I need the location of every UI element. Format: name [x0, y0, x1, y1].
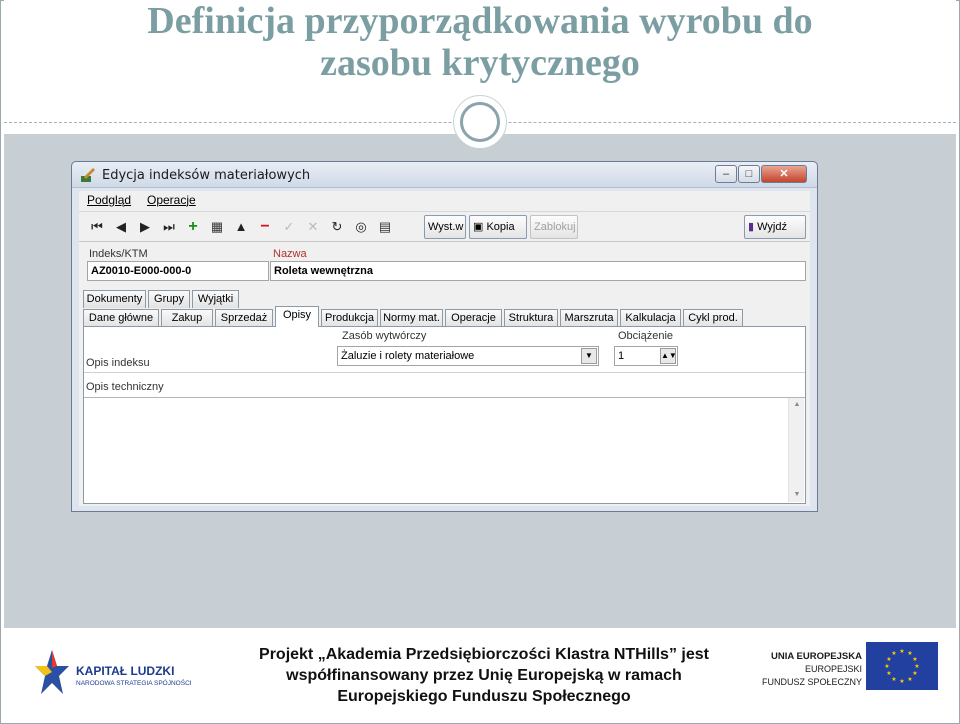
tab-dane-glowne[interactable]: Dane główne	[83, 309, 159, 327]
project-line2: współfinansowany przez Unię Europejską w…	[286, 667, 682, 684]
delete-icon[interactable]: −	[257, 219, 273, 235]
svg-text:★: ★	[891, 676, 896, 683]
index-field[interactable]: AZ0010-E000-000-0	[87, 261, 269, 281]
eu-flag-icon: ★ ★★ ★★★ ★★★ ★★★	[866, 642, 938, 690]
decorative-circle-icon	[453, 95, 507, 149]
zasob-select[interactable]: Żaluzie i rolety materiałowe ▼	[337, 346, 599, 366]
zablokuj-button-label: Zablokuj	[534, 221, 576, 233]
window-titlebar[interactable]: Edycja indeksów materiałowych – □ ✕	[72, 162, 817, 188]
tab-sprzedaz[interactable]: Sprzedaż	[215, 309, 273, 327]
eu-line2: EUROPEJSKI	[804, 664, 862, 674]
kl-star-icon	[35, 650, 69, 694]
first-record-icon[interactable]: ⏮	[89, 219, 105, 235]
project-text: Projekt „Akademia Przedsiębiorczości Kla…	[234, 644, 734, 707]
svg-text:★: ★	[891, 650, 896, 657]
last-record-icon[interactable]: ⏭	[161, 219, 177, 235]
prev-record-icon[interactable]: ◀	[113, 219, 129, 235]
eu-line1: UNIA EUROPEJSKA	[771, 651, 862, 662]
footer: KAPITAŁ LUDZKI NARODOWA STRATEGIA SPÓJNO…	[4, 630, 956, 722]
svg-text:★: ★	[914, 663, 919, 670]
zablokuj-button[interactable]: Zablokuj	[530, 215, 578, 239]
app-icon	[81, 168, 95, 182]
toolbar: ⏮ ◀ ▶ ⏭ + ▦ ▲ − ✓ ✕ ↻ ◎ ▤ Wyst.w ▣ Kopia…	[79, 211, 810, 241]
kl-title: KAPITAŁ LUDZKI	[76, 664, 175, 678]
scroll-up-icon[interactable]: ▲	[789, 398, 805, 412]
tab-wyjatki[interactable]: Wyjątki	[192, 290, 239, 308]
slide-title-line1: Definicja przyporządkowania wyrobu do	[147, 0, 813, 42]
svg-text:★: ★	[899, 648, 904, 655]
wyjdz-button-label: Wyjdź	[757, 221, 787, 233]
tab-marszruta[interactable]: Marszruta	[560, 309, 618, 327]
confirm-icon[interactable]: ✓	[281, 219, 297, 235]
zasob-select-value: Żaluzie i rolety materiałowe	[341, 350, 475, 362]
eu-line3: FUNDUSZ SPOŁECZNY	[761, 677, 862, 687]
tab-operacje[interactable]: Operacje	[445, 309, 502, 327]
kopia-icon: ▣	[473, 221, 487, 233]
window-title: Edycja indeksów materiałowych	[102, 168, 311, 183]
name-label: Nazwa	[273, 248, 307, 260]
menu-podglad[interactable]: Podgląd	[87, 193, 131, 207]
chevron-down-icon[interactable]: ▼	[581, 348, 597, 364]
minimize-button[interactable]: –	[715, 165, 737, 183]
stepper-arrows-icon[interactable]: ▲▼	[660, 348, 677, 364]
kopia-button-label: Kopia	[486, 221, 515, 233]
project-line3: Europejskiego Funduszu Społecznego	[337, 688, 631, 705]
up-icon[interactable]: ▲	[233, 219, 249, 235]
menubar: Podgląd Operacje	[79, 191, 810, 211]
add-icon[interactable]: +	[185, 219, 201, 235]
app-window: Edycja indeksów materiałowych – □ ✕ Podg…	[71, 161, 818, 512]
scrollbar[interactable]: ▲ ▼	[788, 398, 804, 502]
svg-text:★: ★	[912, 656, 917, 663]
tab-grupy[interactable]: Grupy	[148, 290, 190, 308]
close-button[interactable]: ✕	[761, 165, 807, 183]
scroll-down-icon[interactable]: ▼	[789, 488, 805, 502]
wyst-button[interactable]: Wyst.w	[424, 215, 466, 239]
menu-operacje[interactable]: Operacje	[147, 193, 196, 207]
refresh-icon[interactable]: ↻	[329, 219, 345, 235]
wyst-button-label: Wyst.w	[428, 221, 464, 233]
section-divider	[84, 372, 805, 373]
tab-zakup[interactable]: Zakup	[161, 309, 213, 327]
opis-techniczny-textarea[interactable]: ▲ ▼	[84, 397, 805, 503]
svg-text:★: ★	[886, 670, 891, 677]
next-record-icon[interactable]: ▶	[137, 219, 153, 235]
svg-text:★: ★	[907, 676, 912, 683]
zasob-label: Zasób wytwórczy	[342, 330, 427, 342]
tab-cykl-prod[interactable]: Cykl prod.	[683, 309, 743, 327]
obciazenie-value: 1	[618, 350, 625, 362]
obciazenie-stepper[interactable]: 1 ▲▼	[614, 346, 678, 366]
svg-text:★: ★	[884, 663, 889, 670]
tab-opisy[interactable]: Opisy	[275, 306, 319, 327]
opisy-panel: Zasób wytwórczy Żaluzie i rolety materia…	[83, 326, 806, 504]
opis-indeksu-label: Opis indeksu	[86, 357, 150, 369]
cancel-icon[interactable]: ✕	[305, 219, 321, 235]
tab-struktura[interactable]: Struktura	[504, 309, 558, 327]
name-field[interactable]: Roleta wewnętrzna	[270, 261, 806, 281]
tab-produkcja[interactable]: Produkcja	[321, 309, 378, 327]
kapital-ludzki-logo: KAPITAŁ LUDZKI NARODOWA STRATEGIA SPÓJNO…	[34, 648, 204, 704]
index-label: Indeks/KTM	[89, 248, 148, 260]
slide-title-line2: zasobu krytycznego	[320, 42, 640, 84]
project-line1: Projekt „Akademia Przedsiębiorczości Kla…	[259, 646, 709, 663]
tab-kalkulacja[interactable]: Kalkulacja	[620, 309, 681, 327]
tab-dokumenty[interactable]: Dokumenty	[83, 290, 146, 308]
kl-subtitle: NARODOWA STRATEGIA SPÓJNOŚCI	[76, 680, 192, 687]
copy-record-icon[interactable]: ▦	[209, 219, 225, 235]
opis-techniczny-label: Opis techniczny	[86, 381, 164, 393]
svg-text:★: ★	[899, 678, 904, 685]
tab-normy-mat[interactable]: Normy mat.	[380, 309, 443, 327]
print-icon[interactable]: ▤	[377, 219, 393, 235]
svg-text:★: ★	[912, 670, 917, 677]
form-area: Indeks/KTM AZ0010-E000-000-0 Nazwa Rolet…	[79, 241, 810, 506]
kopia-button[interactable]: ▣ Kopia	[469, 215, 527, 239]
wyjdz-button[interactable]: ▮ Wyjdź	[744, 215, 806, 239]
maximize-button[interactable]: □	[738, 165, 760, 183]
obciazenie-label: Obciążenie	[618, 330, 674, 342]
exit-door-icon: ▮	[748, 221, 758, 233]
slide-title: Definicja przyporządkowania wyrobu do za…	[4, 0, 956, 84]
search-binoculars-icon[interactable]: ◎	[353, 219, 369, 235]
eu-text: UNIA EUROPEJSKA EUROPEJSKI FUNDUSZ SPOŁE…	[752, 650, 862, 689]
svg-text:★: ★	[886, 656, 891, 663]
